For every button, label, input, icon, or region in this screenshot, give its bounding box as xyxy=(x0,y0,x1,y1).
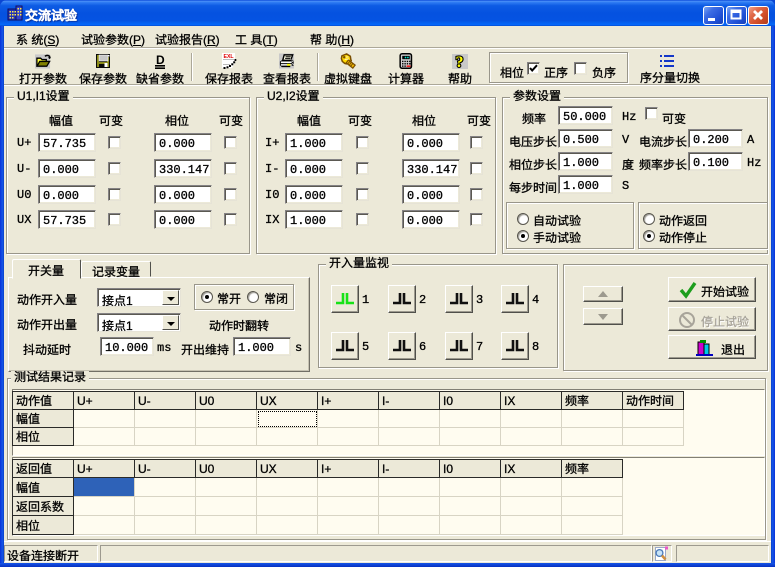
svg-text:D: D xyxy=(156,53,165,67)
svg-text:?: ? xyxy=(456,54,464,69)
